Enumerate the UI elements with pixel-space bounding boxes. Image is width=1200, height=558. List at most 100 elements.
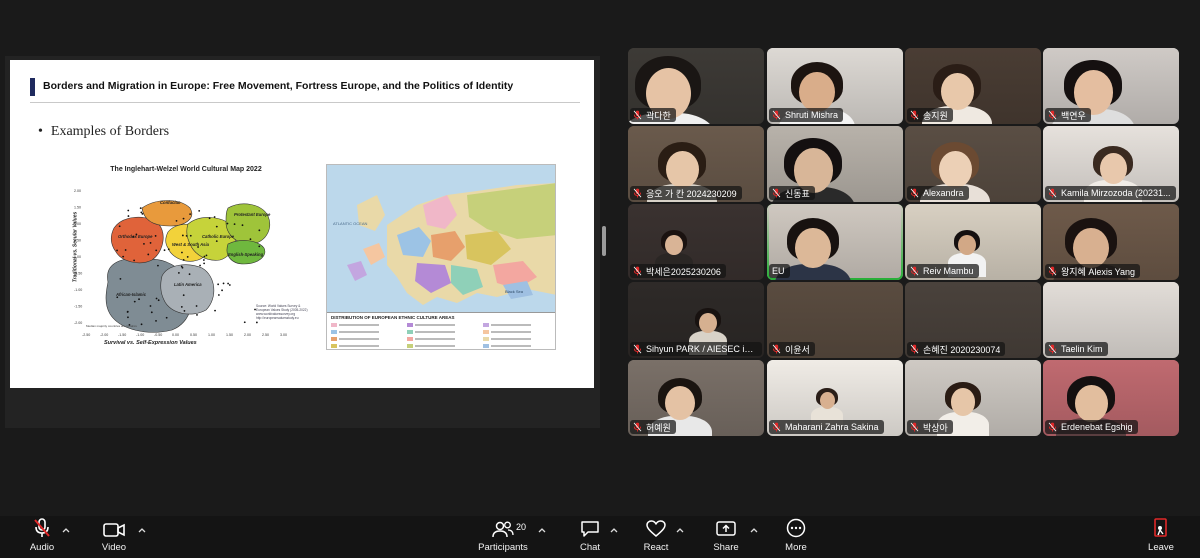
country-point [181, 234, 184, 237]
mic-muted-icon [772, 344, 781, 354]
chat-chevron-up-icon[interactable] [610, 526, 618, 534]
country-point [241, 224, 244, 227]
participant-tile[interactable]: Sihyun PARK / AIESEC in ... [628, 282, 764, 358]
participant-nametag: Taelin Kim [1045, 342, 1108, 356]
participant-tile[interactable]: 이윤서 [767, 282, 903, 358]
splitter-handle[interactable] [602, 226, 606, 256]
audio-button[interactable]: Audio [24, 516, 60, 558]
participant-nametag: Erdenebat Egshig [1045, 420, 1138, 434]
participant-tile[interactable]: 백연우 [1043, 48, 1179, 124]
region-latin-america [160, 264, 215, 315]
legend-swatch [407, 330, 413, 334]
country-point [208, 217, 211, 220]
participants-chevron-up-icon[interactable] [538, 526, 546, 534]
country-point [195, 305, 198, 307]
legend-swatch [483, 330, 489, 334]
europe-map-legend: DISTRIBUTION OF EUROPEAN ETHNIC CULTURE … [327, 312, 555, 349]
country-point [198, 209, 201, 212]
more-button[interactable]: More [780, 516, 812, 558]
country-point [149, 242, 152, 244]
participant-tile[interactable]: Erdenebat Egshig [1043, 360, 1179, 436]
react-label: React [643, 542, 669, 553]
participant-tile[interactable]: Reiv Mambu [905, 204, 1041, 280]
mic-muted-icon [1048, 422, 1057, 432]
participant-tile[interactable]: 박상아 [905, 360, 1041, 436]
region-label: English-Speaking [228, 252, 264, 257]
participant-name: 백연우 [1061, 110, 1086, 121]
participant-tile[interactable]: Shruti Mishra [767, 48, 903, 124]
country-point [258, 229, 261, 232]
leave-button[interactable]: Leave [1144, 516, 1178, 558]
participant-name: Maharani Zahra Sakina [785, 422, 879, 432]
participant-tile[interactable]: 박세은2025230206 [628, 204, 764, 280]
participant-tile[interactable]: Taelin Kim [1043, 282, 1179, 358]
participant-tile[interactable]: Kamila Mirzozoda (20231... [1043, 126, 1179, 202]
region-label: Catholic Europe [202, 234, 235, 239]
country-point [222, 282, 225, 285]
cultural-map-ylabel: Traditional vs. Secular Values [72, 211, 79, 283]
share-button[interactable]: Share [710, 516, 742, 558]
y-tick-label: -2.00 [74, 321, 82, 325]
participant-tile[interactable]: Alexandra [905, 126, 1041, 202]
participant-nametag: 응오 가 칸 2024230209 [630, 186, 742, 200]
country-point [203, 262, 206, 265]
country-point [255, 321, 258, 324]
country-point [122, 255, 125, 258]
participant-tile[interactable]: 곽다한 [628, 48, 764, 124]
participant-tile[interactable]: 왕지혜 Alexis Yang [1043, 204, 1179, 280]
mic-muted-icon [910, 266, 919, 276]
participant-nametag: 곽다한 [630, 108, 676, 122]
react-button[interactable]: React [640, 516, 672, 558]
shared-screen[interactable]: Borders and Migration in Europe: Free Mo… [5, 56, 600, 428]
mic-muted-icon [633, 266, 642, 276]
title-accent-bar [30, 78, 35, 96]
video-chevron-up-icon[interactable] [138, 526, 146, 534]
x-tick-label: 3.00 [280, 333, 287, 337]
legend-swatch [483, 323, 489, 327]
mic-muted-icon [633, 422, 642, 432]
video-button[interactable]: Video [96, 516, 132, 558]
participant-tile[interactable]: EU [767, 204, 903, 280]
country-point [116, 249, 118, 252]
x-tick-label: -1.50 [118, 333, 126, 337]
chat-button[interactable]: Chat [574, 516, 606, 558]
participant-name: EU [772, 266, 785, 276]
x-tick-label: 1.00 [208, 333, 215, 337]
participant-tile[interactable]: 신동표 [767, 126, 903, 202]
country-point [127, 215, 130, 217]
country-point [141, 213, 144, 215]
cultural-map-xlabel: Survival vs. Self-Expression Values [104, 340, 197, 346]
country-point [140, 211, 143, 214]
participant-tile[interactable]: 손혜진 2020230074 [905, 282, 1041, 358]
share-chevron-up-icon[interactable] [750, 526, 758, 534]
camera-icon [103, 523, 125, 537]
country-point [221, 289, 223, 292]
country-point [167, 248, 170, 251]
mic-muted-icon [34, 518, 50, 537]
participant-name: Reiv Mambu [923, 266, 974, 276]
country-point [127, 209, 130, 212]
audio-chevron-up-icon[interactable] [62, 526, 70, 534]
country-point [165, 316, 168, 319]
mic-muted-icon [1048, 110, 1057, 120]
react-chevron-up-icon[interactable] [676, 526, 684, 534]
country-point [249, 238, 252, 241]
region-label: Orthodox Europe [118, 234, 153, 239]
participant-name: 신동표 [785, 188, 810, 199]
country-point [217, 294, 220, 296]
participant-tile[interactable]: 허예원 [628, 360, 764, 436]
country-point [155, 297, 158, 300]
country-point [181, 251, 183, 254]
x-tick-label: -2.00 [100, 333, 108, 337]
participant-nametag: 이윤서 [769, 342, 815, 356]
region-label: West & South Asia [172, 242, 210, 247]
participant-tile[interactable]: 송지원 [905, 48, 1041, 124]
legend-swatch [331, 344, 337, 348]
participant-tile[interactable]: 응오 가 칸 2024230209 [628, 126, 764, 202]
participant-tile[interactable]: Maharani Zahra Sakina [767, 360, 903, 436]
participant-nametag: 박상아 [907, 420, 953, 434]
country-point [188, 273, 191, 276]
participant-name: Alexandra [923, 188, 964, 198]
x-tick-label: 2.50 [262, 333, 269, 337]
mic-muted-icon [633, 188, 642, 198]
